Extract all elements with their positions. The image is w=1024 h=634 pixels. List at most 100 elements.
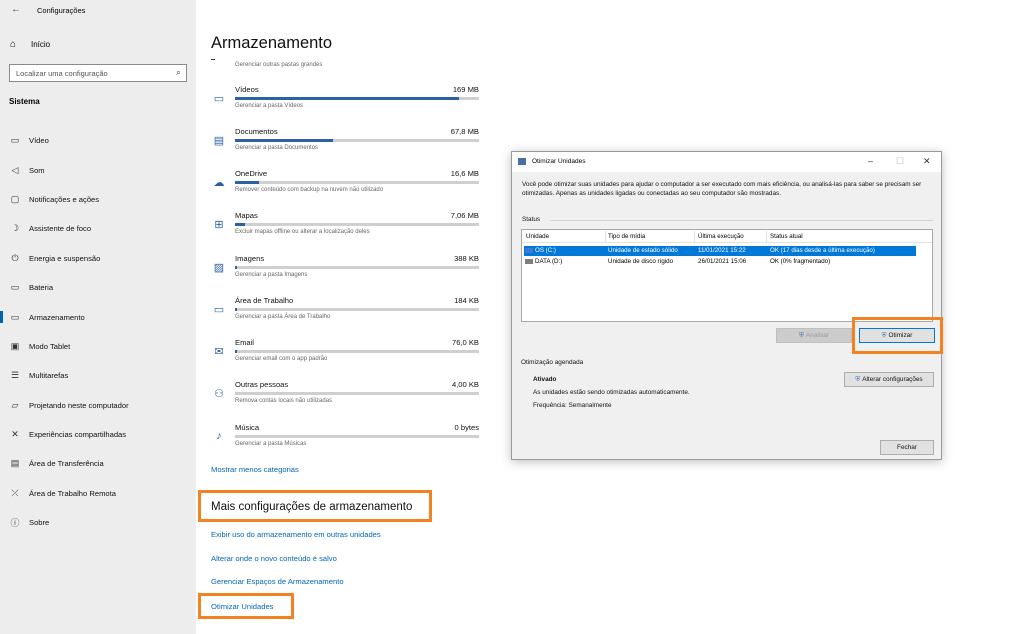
sidebar-item-projecting[interactable]: ▱ Projetando neste computador <box>0 391 196 420</box>
back-arrow-icon[interactable]: ← <box>11 4 21 15</box>
video-icon: ▭ <box>213 93 225 105</box>
home-link[interactable]: ⌂ Início <box>10 39 50 50</box>
search-input[interactable]: Localizar uma configuração ⌕ <box>9 64 187 82</box>
divider <box>694 231 695 242</box>
optimize-drives-link[interactable]: Otimizar Unidades <box>198 593 294 619</box>
category-name: Documentos <box>235 127 278 136</box>
category-size: 67,8 MB <box>450 127 479 136</box>
category-desc: Gerenciar a pasta Músicas <box>235 441 307 447</box>
power-icon: ⏻ <box>11 252 19 263</box>
category-desc: Remover conteúdo com backup na nuvem não… <box>235 187 384 193</box>
column-header[interactable]: Unidade <box>526 233 549 240</box>
category-name: Email <box>235 338 254 347</box>
sidebar-item-multitask[interactable]: ☰ Multitarefas <box>0 361 196 390</box>
sidebar-item-power[interactable]: ⏻ Energia e suspensão <box>0 244 196 273</box>
dialog-title: Otimizar Unidades <box>532 158 586 165</box>
usage-fill <box>235 181 260 184</box>
frequency-text: Frequência: Semanalmente <box>533 402 612 409</box>
home-label: Início <box>31 40 51 49</box>
search-icon[interactable]: ⌕ <box>176 67 181 78</box>
table-row[interactable]: OS (C:) Unidade de estado sólido 11/01/2… <box>524 246 916 256</box>
sidebar-item-tablet[interactable]: ▣ Modo Tablet <box>0 332 196 361</box>
minimize-icon[interactable]: – <box>868 156 873 166</box>
sidebar-item-storage[interactable]: ▭ Armazenamento <box>0 302 196 331</box>
drive-status: OK (17 dias desde a última execução) <box>770 247 875 254</box>
save-location-link[interactable]: Alterar onde o novo conteúdo é salvo <box>211 554 337 563</box>
usage-bar <box>235 435 479 438</box>
category-documents[interactable]: ▤ Documentos 67,8 MB Gerenciar a pasta D… <box>211 127 481 163</box>
usage-bar <box>235 308 479 311</box>
column-header[interactable]: Última execução <box>698 233 744 240</box>
dialog-titlebar[interactable]: Otimizar Unidades – ☐ ✕ <box>512 152 941 172</box>
usage-bar <box>235 266 479 269</box>
sidebar-item-clipboard[interactable]: ▤ Área de Transferência <box>0 449 196 478</box>
sidebar-item-shared[interactable]: ✕ Experiências compartilhadas <box>0 420 196 449</box>
button-label: Analisar <box>805 332 829 339</box>
tablet-icon: ▣ <box>10 340 20 351</box>
shield-icon: ⛨ <box>799 332 804 339</box>
category-name: Música <box>235 423 260 432</box>
category-music[interactable]: ♪ Música 0 bytes Gerenciar a pasta Músic… <box>211 423 481 459</box>
show-less-link[interactable]: Mostrar menos categorias <box>211 465 299 474</box>
category-images[interactable]: ▨ Imagens 388 KB Gerenciar a pasta Image… <box>211 254 481 290</box>
button-label: Alterar configurações <box>862 376 923 383</box>
notification-icon: ▢ <box>10 193 20 204</box>
close-button[interactable]: Fechar <box>880 440 934 455</box>
category-desc: Excluir mapas offline ou alterar a local… <box>235 229 370 235</box>
sidebar-item-focus[interactable]: ☽ Assistente de foco <box>0 214 196 243</box>
column-header[interactable]: Tipo de mídia <box>608 233 645 240</box>
storage-spaces-link[interactable]: Gerenciar Espaços de Armazenamento <box>211 577 344 586</box>
drive-media: Unidade de disco rígido <box>608 258 674 265</box>
project-icon: ▱ <box>11 399 19 410</box>
sidebar-item-notifications[interactable]: ▢ Notificações e ações <box>0 185 196 214</box>
clipboard-icon: ▤ <box>10 458 20 469</box>
usage-bar <box>235 392 479 395</box>
category-videos[interactable]: ▭ Vídeos 169 MB Gerenciar a pasta Vídeos <box>211 85 481 121</box>
list-header: Unidade Tipo de mídia Última execução St… <box>522 230 932 243</box>
sidebar-item-remote[interactable]: ⤫ Área de Trabalho Remota <box>0 479 196 508</box>
remote-icon: ⤫ <box>11 487 19 498</box>
sidebar-item-label: Experiências compartilhadas <box>29 430 127 440</box>
app-title: Configurações <box>37 6 86 15</box>
category-desktop[interactable]: ▭ Área de Trabalho 184 KB Gerenciar a pa… <box>211 296 481 332</box>
divider <box>605 231 606 242</box>
search-placeholder: Localizar uma configuração <box>16 69 108 78</box>
optimize-highlight <box>852 317 943 354</box>
category-name: OneDrive <box>235 169 268 178</box>
change-settings-button[interactable]: ⛨ Alterar configurações <box>844 372 934 387</box>
category-other-people[interactable]: ⚇ Outras pessoas 4,00 KB Remova contas l… <box>211 380 481 416</box>
category-email[interactable]: ✉ Email 76,0 KB Gerenciar email com o ap… <box>211 338 481 374</box>
storage-icon: ▭ <box>10 311 20 322</box>
people-icon: ⚇ <box>214 388 224 400</box>
divider <box>550 220 933 221</box>
sidebar-item-about[interactable]: ⓘ Sobre <box>0 508 196 537</box>
usage-bar <box>235 350 479 353</box>
category-desc: Gerenciar email com o app padrão <box>235 356 328 362</box>
close-icon[interactable]: ✕ <box>923 156 931 167</box>
maximize-icon: ☐ <box>896 156 905 166</box>
drive-unit: OS (C:) <box>535 247 556 254</box>
sidebar-item-label: Bateria <box>29 283 54 293</box>
sidebar-item-sound[interactable]: ◁ Som <box>0 155 196 184</box>
divider <box>211 59 215 60</box>
multitask-icon: ☰ <box>10 370 20 381</box>
music-icon: ♪ <box>216 430 222 442</box>
usage-bar <box>235 223 479 226</box>
moon-icon: ☽ <box>10 223 20 234</box>
sidebar-item-label: Multitarefas <box>29 371 69 381</box>
monitor-icon: ▭ <box>10 135 20 146</box>
category-maps[interactable]: ⊞ Mapas 7,06 MB Excluir mapas offline ou… <box>211 211 481 247</box>
drive-list[interactable]: Unidade Tipo de mídia Última execução St… <box>521 229 933 322</box>
sidebar-item-video[interactable]: ▭ Vídeo <box>0 126 196 155</box>
table-row[interactable]: DATA (D:) Unidade de disco rígido 26/01/… <box>524 257 916 267</box>
other-drives-link[interactable]: Exibir uso do armazenamento em outras un… <box>211 530 381 539</box>
category-name: Imagens <box>235 254 265 263</box>
category-onedrive[interactable]: ☁ OneDrive 16,6 MB Remover conteúdo com … <box>211 169 481 205</box>
scheduled-desc: As unidades estão sendo otimizadas autom… <box>533 389 690 396</box>
divider <box>766 231 767 242</box>
category-desc: Gerenciar a pasta Área de Trabalho <box>235 314 331 320</box>
sidebar-item-battery[interactable]: ▭ Bateria <box>0 273 196 302</box>
sidebar-item-label: Vídeo <box>29 136 49 146</box>
column-header[interactable]: Status atual <box>770 233 803 240</box>
sidebar-item-label: Notificações e ações <box>29 194 100 204</box>
